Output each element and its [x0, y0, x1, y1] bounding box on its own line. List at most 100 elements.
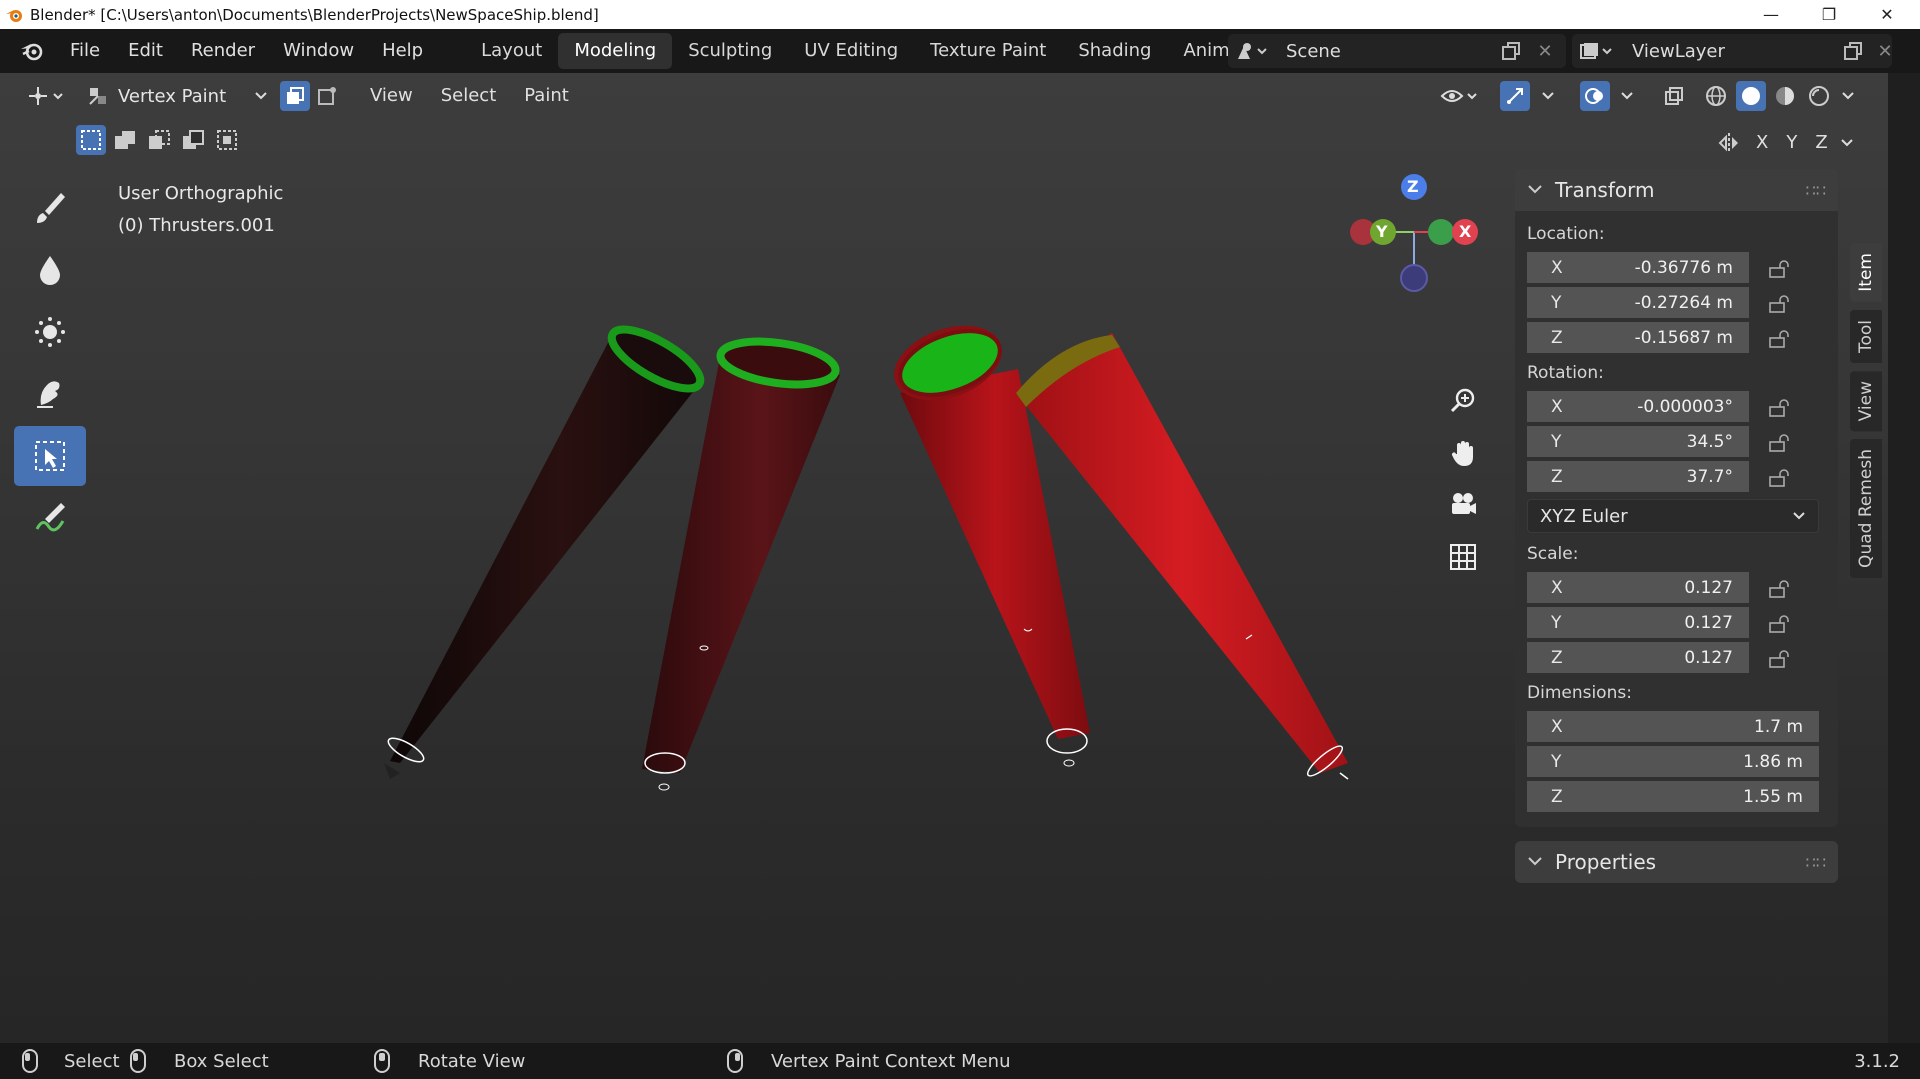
scale-z-field[interactable]: Z 0.127 [1527, 642, 1749, 675]
blender-menu-icon[interactable] [16, 36, 48, 66]
tab-sculpting[interactable]: Sculpting [672, 33, 788, 69]
scale-z-row: Z 0.127 [1527, 641, 1826, 676]
gizmo-y-label: Y [1376, 222, 1388, 241]
lock-icon[interactable] [1749, 649, 1809, 669]
viewlayer-selector[interactable]: ViewLayer ✕ [1572, 34, 1893, 68]
status-box-select: Box Select [130, 1043, 269, 1079]
close-window-button[interactable]: ✕ [1858, 0, 1916, 29]
dimensions-y-row: Y 1.86 m [1527, 745, 1826, 780]
duplicate-scene-icon[interactable] [1496, 36, 1526, 66]
scale-x-row: X 0.127 [1527, 571, 1826, 606]
scale-label: Scale: [1527, 544, 1579, 564]
minimize-button[interactable]: — [1742, 0, 1800, 29]
rotation-y-row: Y 34.5° [1527, 425, 1826, 460]
chevron-down-icon [1528, 857, 1542, 866]
rotation-mode-select[interactable]: XYZ Euler [1527, 499, 1819, 533]
dimensions-z-row: Z 1.55 m [1527, 780, 1826, 815]
location-label: Location: [1527, 224, 1605, 244]
menu-edit[interactable]: Edit [114, 34, 177, 68]
lock-icon[interactable] [1749, 468, 1809, 488]
dimensions-label: Dimensions: [1527, 683, 1632, 703]
pan-button[interactable] [1441, 431, 1485, 475]
scale-y-field[interactable]: Y 0.127 [1527, 607, 1749, 640]
viewlayer-icon[interactable] [1572, 36, 1620, 66]
grid-icon [1450, 544, 1476, 570]
mouse-drag-icon [130, 1049, 146, 1073]
maximize-button[interactable]: ❐ [1800, 0, 1858, 29]
status-context-menu: Vertex Paint Context Menu [727, 1043, 1011, 1079]
properties-panel-header[interactable]: Properties ∷∷ [1515, 841, 1838, 883]
location-y-row: Y -0.27264 m [1527, 286, 1826, 321]
location-y-field[interactable]: Y -0.27264 m [1527, 287, 1749, 320]
menu-window[interactable]: Window [269, 34, 368, 68]
lock-icon[interactable] [1749, 259, 1809, 279]
zoom-button[interactable] [1441, 379, 1485, 423]
menu-help[interactable]: Help [368, 34, 437, 68]
tab-animation[interactable]: Animatio [1167, 33, 1237, 69]
duplicate-viewlayer-icon[interactable] [1838, 36, 1868, 66]
lock-icon[interactable] [1749, 329, 1809, 349]
3d-viewport[interactable]: Vertex Paint View Select Paint X Y Z Use… [0, 73, 1888, 1043]
chevron-down-icon [1793, 512, 1805, 520]
rotation-x-field[interactable]: X -0.000003° [1527, 391, 1749, 424]
mouse-middle-icon [374, 1049, 390, 1073]
transform-panel-header[interactable]: Transform ∷∷ [1515, 169, 1838, 211]
tab-tool[interactable]: Tool [1850, 309, 1882, 363]
drag-handle-icon[interactable]: ∷∷ [1806, 181, 1826, 200]
gizmo-z-label: Z [1407, 177, 1419, 196]
mouse-right-icon [727, 1049, 743, 1073]
lock-icon[interactable] [1749, 294, 1809, 314]
scale-y-row: Y 0.127 [1527, 606, 1826, 641]
scene-icon[interactable] [1228, 36, 1276, 66]
scene-name[interactable]: Scene [1286, 41, 1341, 62]
location-z-field[interactable]: Z -0.15687 m [1527, 322, 1749, 355]
sidebar-tabs: Item Tool View Quad Remesh [1850, 243, 1884, 586]
tab-layout[interactable]: Layout [465, 33, 558, 69]
zoom-icon [1450, 388, 1475, 413]
tab-modeling[interactable]: Modeling [558, 33, 673, 69]
transform-panel-body: Location: X -0.36776 m Y -0.27264 m Z -0.15… [1515, 211, 1838, 827]
gizmo-neg-y[interactable] [1428, 219, 1454, 245]
properties-panel-title: Properties [1555, 850, 1657, 874]
gizmo-neg-z[interactable] [1400, 264, 1428, 292]
dimensions-z-field[interactable]: Z 1.55 m [1527, 781, 1819, 814]
lock-icon[interactable] [1749, 579, 1809, 599]
location-x-field[interactable]: X -0.36776 m [1527, 252, 1749, 285]
lock-icon[interactable] [1749, 398, 1809, 418]
dimensions-y-field[interactable]: Y 1.86 m [1527, 746, 1819, 779]
drag-handle-icon[interactable]: ∷∷ [1806, 853, 1826, 872]
scene-selector[interactable]: Scene ✕ [1228, 34, 1566, 68]
status-rotate-view: Rotate View [374, 1043, 525, 1079]
viewlayer-name[interactable]: ViewLayer [1632, 41, 1725, 62]
menu-file[interactable]: File [56, 34, 114, 68]
tab-texture-paint[interactable]: Texture Paint [914, 33, 1062, 69]
status-bar: Select Box Select Rotate View Vertex Pai… [0, 1043, 1920, 1079]
remove-viewlayer-icon[interactable]: ✕ [1870, 36, 1900, 66]
window-titlebar: Blender* [C:\Users\anton\Documents\Blend… [0, 0, 1920, 29]
perspective-toggle-button[interactable] [1441, 535, 1485, 579]
tab-quad-remesh[interactable]: Quad Remesh [1850, 439, 1882, 579]
lock-icon[interactable] [1749, 433, 1809, 453]
location-x-row: X -0.36776 m [1527, 251, 1826, 286]
dimensions-x-field[interactable]: X 1.7 m [1527, 711, 1819, 744]
gizmo-x-label: X [1459, 222, 1472, 241]
properties-editor-edge[interactable] [1888, 73, 1920, 1043]
sidebar-panel: Transform ∷∷ Location: X -0.36776 m Y -0.2… [1515, 169, 1838, 883]
lock-icon[interactable] [1749, 614, 1809, 634]
camera-view-button[interactable] [1441, 483, 1485, 527]
rotation-x-row: X -0.000003° [1527, 390, 1826, 425]
rotation-z-row: Z 37.7° [1527, 460, 1826, 495]
rotation-z-field[interactable]: Z 37.7° [1527, 461, 1749, 494]
tab-uv-editing[interactable]: UV Editing [788, 33, 914, 69]
tab-view[interactable]: View [1850, 370, 1882, 432]
dimensions-x-row: X 1.7 m [1527, 710, 1826, 745]
tab-item[interactable]: Item [1850, 243, 1882, 302]
mouse-left-icon [22, 1049, 38, 1073]
rotation-y-field[interactable]: Y 34.5° [1527, 426, 1749, 459]
remove-scene-icon[interactable]: ✕ [1530, 36, 1560, 66]
hand-icon [1451, 441, 1473, 466]
menu-render[interactable]: Render [177, 34, 269, 68]
rotation-mode-value: XYZ Euler [1540, 505, 1628, 527]
tab-shading[interactable]: Shading [1062, 33, 1167, 69]
scale-x-field[interactable]: X 0.127 [1527, 572, 1749, 605]
